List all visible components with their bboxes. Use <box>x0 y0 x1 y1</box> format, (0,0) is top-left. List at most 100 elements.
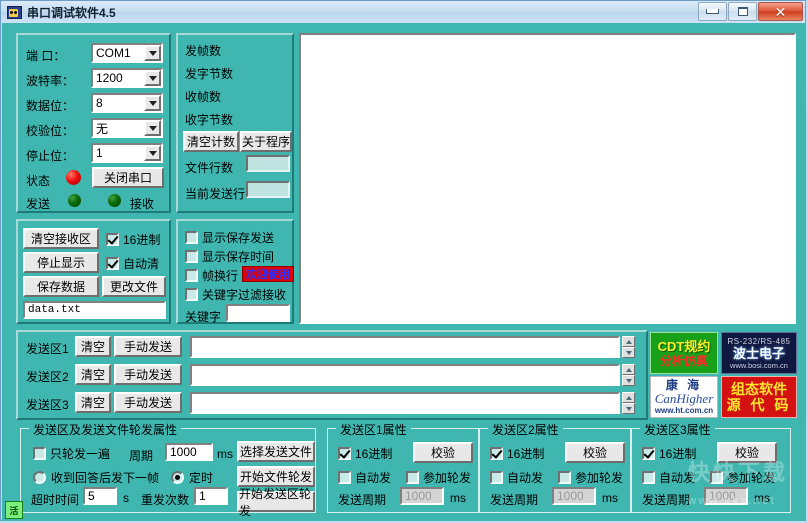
select-send-file-button[interactable]: 选择发送文件 <box>237 441 315 462</box>
baud-combo[interactable]: 1200 <box>91 68 163 88</box>
timed-radio[interactable]: 定时 <box>171 469 213 486</box>
zone2-join-rotation-checkbox[interactable]: 参加轮发 <box>558 469 623 486</box>
frame-newline-label: 帧换行 <box>202 267 238 284</box>
checkbox-icon <box>185 269 198 282</box>
keyword-input[interactable] <box>226 304 290 322</box>
keyword-filter-checkbox[interactable]: 关键字过滤接收 <box>185 286 286 303</box>
after-reply-radio[interactable]: 收到回答后发下一帧 <box>33 469 159 486</box>
zone1-checksum-button[interactable]: 校验 <box>413 442 473 463</box>
zone1-hex-checkbox[interactable]: 16进制 <box>338 445 392 462</box>
show-save-time-checkbox[interactable]: 显示保存时间 <box>185 248 274 265</box>
app-icon <box>6 4 22 20</box>
send-zone-2-spinner[interactable] <box>622 364 635 386</box>
spinner-up-icon[interactable] <box>622 392 635 403</box>
chevron-down-icon[interactable] <box>144 95 161 111</box>
ad-banner-hmi-source[interactable]: 组态软件 源 代 码 <box>721 376 797 418</box>
zone1-autosend-checkbox[interactable]: 自动发 <box>338 469 391 486</box>
parity-label: 校验位： <box>26 122 74 139</box>
rotate-once-label: 只轮发一遍 <box>50 445 110 462</box>
rx-bytes-label: 收字节数 <box>185 111 233 128</box>
zone2-period-unit: ms <box>602 491 618 505</box>
watermark-mark: 快快下载 <box>688 455 788 487</box>
send-zone-1-clear-button[interactable]: 清空 <box>75 336 111 357</box>
checkbox-icon <box>185 231 198 244</box>
maximize-button[interactable] <box>728 2 757 21</box>
parity-combo[interactable]: 无 <box>91 118 163 138</box>
timed-label: 定时 <box>189 469 213 486</box>
zone2-period-input[interactable]: 1000 <box>552 487 596 505</box>
rx-hex-checkbox[interactable]: 16进制 <box>106 231 160 248</box>
stop-display-button[interactable]: 停止显示 <box>23 252 99 273</box>
zone3-group-title: 发送区3属性 <box>640 421 715 438</box>
watermark-url: www.kkx.net <box>688 495 776 507</box>
chevron-down-icon[interactable] <box>144 70 161 86</box>
rx-autoclear-checkbox[interactable]: 自动清 <box>106 255 159 272</box>
zone1-hex-label: 16进制 <box>355 445 392 462</box>
start-zone-rotation-button[interactable]: 开始发送区轮发 <box>237 491 315 512</box>
serial-config-panel: 端 口： 波特率： 数据位： 校验位： 停止位： COM1 1200 8 <box>16 33 171 213</box>
checkbox-icon <box>338 471 351 484</box>
send-zone-2-manual-button[interactable]: 手动发送 <box>114 364 182 385</box>
port-combo[interactable]: COM1 <box>91 43 163 63</box>
ad-banner-bosi[interactable]: RS-232/RS-485 波士电子 www.bosi.com.cn <box>721 332 797 374</box>
ad-banner-canhigher[interactable]: 康 海 CanHigher www.ht.com.cn <box>650 376 718 418</box>
change-file-button[interactable]: 更改文件 <box>102 276 166 297</box>
spinner-up-icon[interactable] <box>622 364 635 375</box>
about-program-button[interactable]: 关于程序 <box>240 131 292 152</box>
ad-banner-cdt[interactable]: CDT规约 分析仿真 <box>650 332 718 374</box>
minimize-button[interactable] <box>698 2 727 21</box>
send-zone-3-clear-button[interactable]: 清空 <box>75 392 111 413</box>
ad-bosi-line3: www.bosi.com.cn <box>730 361 788 370</box>
send-zone-3-manual-button[interactable]: 手动发送 <box>114 392 182 413</box>
close-icon: ✕ <box>775 5 787 19</box>
spinner-up-icon[interactable] <box>622 336 635 347</box>
checkbox-icon <box>185 250 198 263</box>
keyword-label: 关键字 <box>185 308 221 325</box>
receive-text-area[interactable] <box>299 33 796 324</box>
zone2-checksum-button[interactable]: 校验 <box>565 442 625 463</box>
zone1-properties-group: 发送区1属性 16进制 校验 自动发 参加轮发 发送周期 1000 ms <box>327 428 479 513</box>
stopbits-combo[interactable]: 1 <box>91 143 163 163</box>
close-port-button[interactable]: 关闭串口 <box>92 167 164 188</box>
rotate-once-checkbox[interactable]: 只轮发一遍 <box>33 445 110 462</box>
timeout-label: 超时时间 <box>31 491 79 508</box>
rotation-period-unit: ms <box>217 447 233 461</box>
clear-counters-button[interactable]: 清空计数 <box>183 131 239 152</box>
send-zone-1-input[interactable] <box>190 336 620 358</box>
show-save-send-checkbox[interactable]: 显示保存发送 <box>185 229 274 246</box>
send-zone-1-manual-button[interactable]: 手动发送 <box>114 336 182 357</box>
send-zone-2-clear-button[interactable]: 清空 <box>75 364 111 385</box>
save-data-button[interactable]: 保存数据 <box>23 276 99 297</box>
ad-cdt-line1: CDT规约 <box>658 339 711 354</box>
zone2-hex-checkbox[interactable]: 16进制 <box>490 445 544 462</box>
spinner-down-icon[interactable] <box>622 347 635 358</box>
databits-combo[interactable]: 8 <box>91 93 163 113</box>
spinner-down-icon[interactable] <box>622 403 635 414</box>
checkbox-icon <box>406 471 419 484</box>
chevron-down-icon[interactable] <box>144 120 161 136</box>
clear-receive-button[interactable]: 清空接收区 <box>23 228 99 249</box>
send-zone-1-spinner[interactable] <box>622 336 635 358</box>
chevron-down-icon[interactable] <box>144 45 161 61</box>
zone1-join-rotation-checkbox[interactable]: 参加轮发 <box>406 469 471 486</box>
close-button[interactable]: ✕ <box>758 2 803 21</box>
send-zone-2-label: 发送区2 <box>26 368 69 385</box>
spinner-down-icon[interactable] <box>622 375 635 386</box>
file-lines-label: 文件行数 <box>185 159 233 176</box>
checkbox-icon <box>490 447 503 460</box>
retry-input[interactable]: 1 <box>194 487 228 505</box>
timeout-input[interactable]: 5 <box>83 487 117 505</box>
send-zone-2-input[interactable] <box>190 364 620 386</box>
chevron-down-icon[interactable] <box>144 145 161 161</box>
zone2-autosend-checkbox[interactable]: 自动发 <box>490 469 543 486</box>
zone1-period-input[interactable]: 1000 <box>400 487 444 505</box>
current-line-label: 当前发送行 <box>185 185 245 202</box>
ad-canhigher-line3: www.ht.com.cn <box>655 406 713 416</box>
save-filename-input[interactable]: data.txt <box>23 301 166 319</box>
frame-newline-checkbox[interactable]: 帧换行 <box>185 267 238 284</box>
zone2-join-rotation-label: 参加轮发 <box>575 469 623 486</box>
send-zone-3-input[interactable] <box>190 392 620 414</box>
send-zone-3-spinner[interactable] <box>622 392 635 414</box>
zone2-hex-label: 16进制 <box>507 445 544 462</box>
rotation-period-input[interactable]: 1000 <box>165 443 213 461</box>
